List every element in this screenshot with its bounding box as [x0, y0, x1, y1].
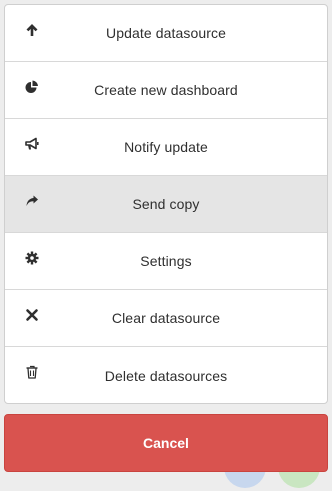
- menu-item-label: Delete datasources: [104, 368, 228, 384]
- trash-icon: [25, 365, 39, 379]
- arrow-up-icon: [25, 23, 39, 37]
- gear-icon: [25, 251, 39, 265]
- menu-item-label: Notify update: [124, 139, 208, 155]
- menu-item-label: Send copy: [132, 196, 200, 212]
- menu-item-label: Create new dashboard: [94, 82, 238, 98]
- menu-item-clear-datasource[interactable]: Clear datasource: [5, 290, 327, 347]
- menu-item-send-copy[interactable]: Send copy: [5, 176, 327, 233]
- menu-item-delete-datasources[interactable]: Delete datasources: [5, 347, 327, 403]
- menu-item-create-new-dashboard[interactable]: Create new dashboard: [5, 62, 327, 119]
- action-sheet: Update datasource Create new dashboard N…: [4, 4, 328, 404]
- close-icon: [25, 308, 39, 322]
- menu-item-label: Settings: [140, 253, 192, 269]
- pie-chart-icon: [25, 80, 39, 94]
- cancel-button[interactable]: Cancel: [4, 414, 328, 472]
- share-arrow-icon: [25, 194, 39, 208]
- menu-item-notify-update[interactable]: Notify update: [5, 119, 327, 176]
- bullhorn-icon: [25, 137, 39, 151]
- menu-item-settings[interactable]: Settings: [5, 233, 327, 290]
- menu-item-label: Clear datasource: [111, 310, 221, 326]
- menu-item-update-datasource[interactable]: Update datasource: [5, 5, 327, 62]
- menu-item-label: Update datasource: [105, 25, 226, 41]
